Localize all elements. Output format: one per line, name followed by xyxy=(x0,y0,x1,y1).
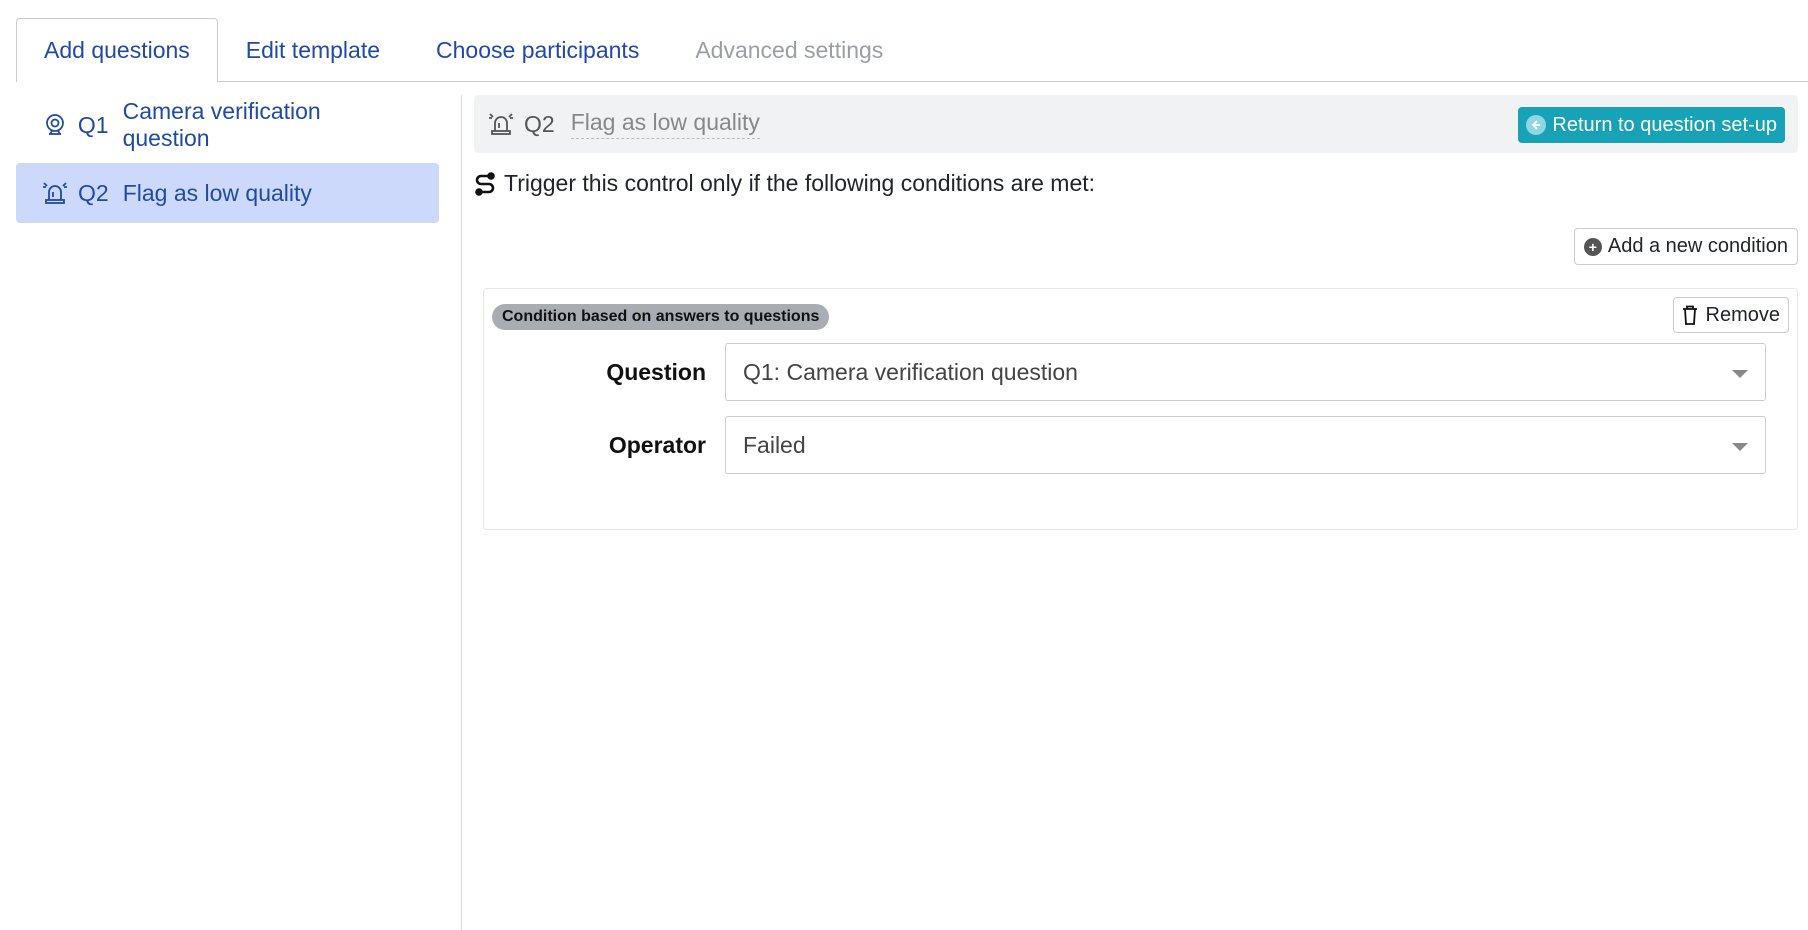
operator-select[interactable]: Failed xyxy=(725,416,1766,474)
operator-select-value: Failed xyxy=(743,431,806,458)
tab-edit-template[interactable]: Edit template xyxy=(218,18,408,81)
tab-add-questions[interactable]: Add questions xyxy=(16,18,218,82)
question-title-editable[interactable]: Flag as low quality xyxy=(570,109,760,139)
add-condition-label: Add a new condition xyxy=(1607,235,1788,257)
chevron-down-icon xyxy=(1732,370,1748,378)
route-icon xyxy=(474,171,500,197)
arrow-left-circle-icon xyxy=(1526,115,1547,135)
question-field-label: Question xyxy=(606,358,706,385)
tab-advanced-settings: Advanced settings xyxy=(695,36,884,63)
alarm-siren-icon xyxy=(42,180,68,206)
trash-icon xyxy=(1682,304,1702,326)
sidebar-item-q2[interactable]: Q2 Flag as low quality xyxy=(16,163,439,223)
sidebar-item-label: Camera verification question xyxy=(122,98,321,151)
vertical-divider xyxy=(461,95,462,930)
question-select-value: Q1: Camera verification question xyxy=(743,358,1078,385)
sidebar-item-number: Q2 xyxy=(78,179,109,206)
tab-choose-participants[interactable]: Choose participants xyxy=(408,18,667,81)
sidebar-item-label: Flag as low quality xyxy=(122,179,312,206)
condition-card: Condition based on answers to questions … xyxy=(483,288,1798,530)
question-select[interactable]: Q1: Camera verification question xyxy=(725,343,1766,401)
question-sidebar: Q1 Camera verification question Q2 Flag … xyxy=(16,95,439,231)
question-field-row: Question Q1: Camera verification questio… xyxy=(484,343,1799,401)
condition-type-badge: Condition based on answers to questions xyxy=(492,304,830,330)
remove-label: Remove xyxy=(1705,303,1780,326)
return-to-setup-button[interactable]: Return to question set-up xyxy=(1518,107,1785,143)
return-button-label: Return to question set-up xyxy=(1552,113,1777,136)
tab-bar: Add questions Edit template Choose parti… xyxy=(16,18,1808,82)
sidebar-item-q1[interactable]: Q1 Camera verification question xyxy=(16,95,439,155)
remove-condition-button[interactable]: Remove xyxy=(1672,297,1789,333)
main-panel: Q2 Flag as low quality Return to questio… xyxy=(474,95,1798,530)
alarm-siren-icon xyxy=(488,110,516,138)
plus-circle-icon: + xyxy=(1583,237,1602,256)
trigger-text: Trigger this control only if the followi… xyxy=(504,170,1096,196)
operator-field-row: Operator Failed xyxy=(484,416,1799,474)
camera-icon xyxy=(42,112,68,138)
trigger-description: Trigger this control only if the followi… xyxy=(474,170,1095,197)
page: Add questions Edit template Choose parti… xyxy=(0,0,1808,930)
question-header: Q2 Flag as low quality Return to questio… xyxy=(474,95,1798,153)
sidebar-item-number: Q1 xyxy=(77,111,109,138)
question-number: Q2 xyxy=(524,110,555,137)
chevron-down-icon xyxy=(1732,443,1748,451)
add-condition-button[interactable]: + Add a new condition xyxy=(1573,228,1798,265)
operator-field-label: Operator xyxy=(608,431,706,458)
